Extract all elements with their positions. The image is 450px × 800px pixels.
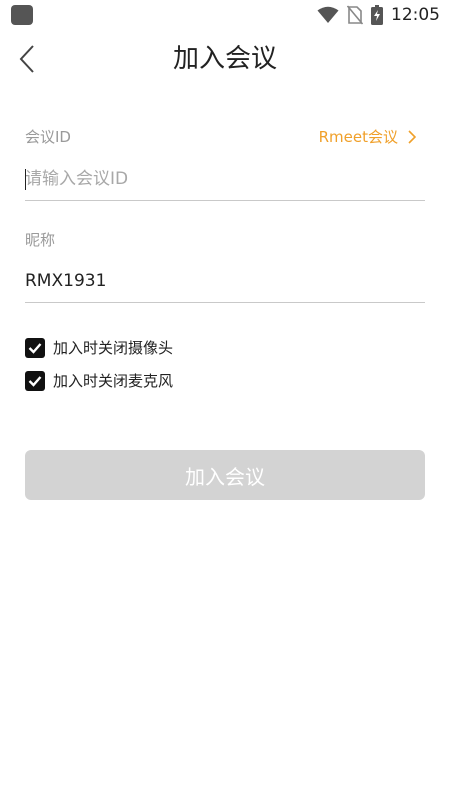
option-mic-off[interactable]: 加入时关闭麦克风 <box>25 370 173 391</box>
wifi-icon <box>317 6 339 23</box>
status-icons: 12:05 <box>317 4 440 26</box>
meeting-id-label: 会议ID <box>25 128 71 146</box>
rmeet-meeting-link-label: Rmeet会议 <box>318 128 398 146</box>
join-meeting-button[interactable]: 加入会议 <box>25 450 425 500</box>
status-bar: 12:05 <box>0 0 450 30</box>
no-sim-icon <box>347 5 363 25</box>
nickname-label: 昵称 <box>25 231 56 249</box>
app-notification-icon <box>11 5 33 25</box>
clock: 12:05 <box>391 5 440 25</box>
battery-charging-icon <box>371 5 383 25</box>
page-title: 加入会议 <box>172 44 277 74</box>
nickname-input[interactable]: RMX1931 <box>25 262 106 300</box>
checkmark-icon <box>28 342 42 354</box>
text-cursor <box>25 169 26 190</box>
option-camera-off[interactable]: 加入时关闭摄像头 <box>25 337 173 358</box>
checkmark-icon <box>28 375 42 387</box>
camera-off-checkbox[interactable] <box>25 337 45 358</box>
header: 加入会议 <box>0 36 450 82</box>
meeting-id-input[interactable] <box>25 160 425 198</box>
rmeet-meeting-link[interactable]: Rmeet会议 <box>319 126 416 147</box>
mic-off-label: 加入时关闭麦克风 <box>53 372 174 390</box>
camera-off-label: 加入时关闭摄像头 <box>53 339 174 357</box>
meeting-id-field[interactable] <box>25 160 425 201</box>
nickname-field[interactable]: RMX1931 <box>25 262 425 303</box>
chevron-right-icon <box>408 129 416 144</box>
mic-off-checkbox[interactable] <box>25 370 45 391</box>
